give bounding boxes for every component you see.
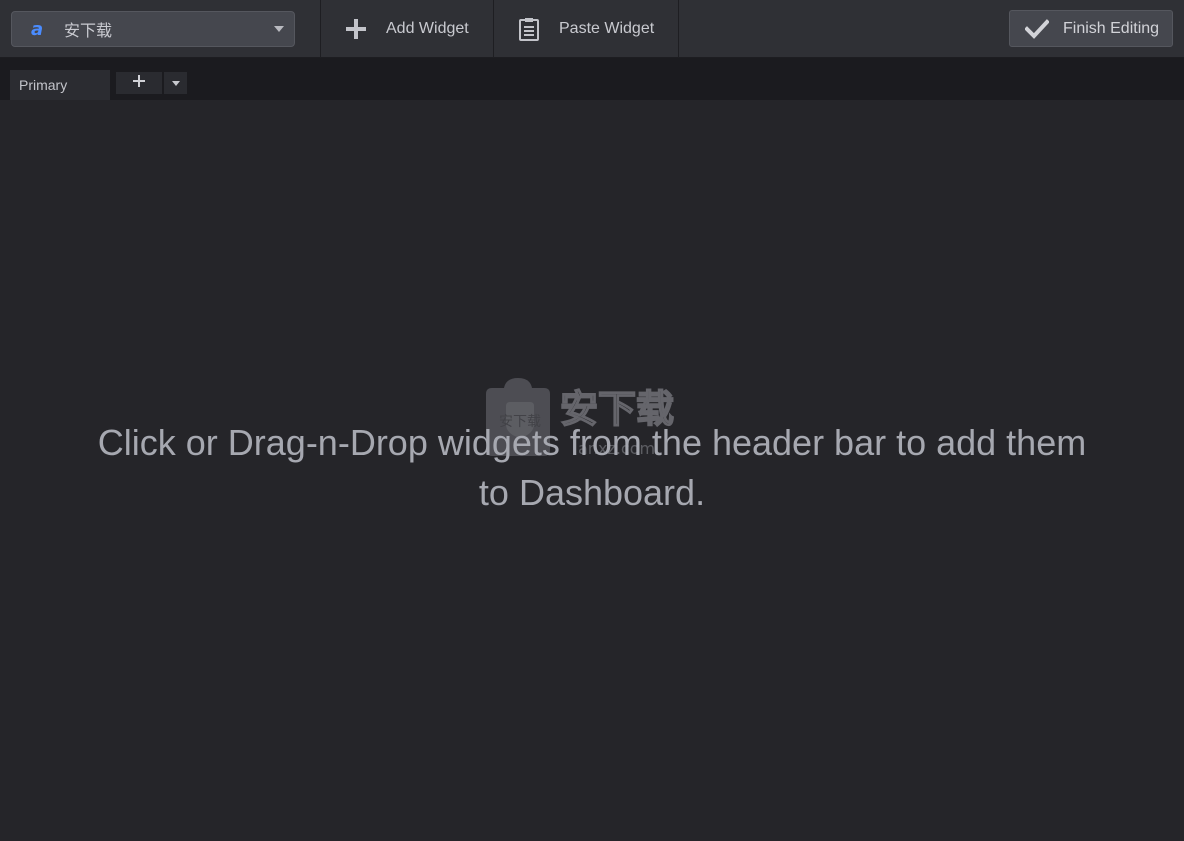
paste-widget-label: Paste Widget xyxy=(559,20,655,37)
clipboard-icon xyxy=(516,16,542,42)
dashboard-name: 安下载 xyxy=(64,21,113,40)
dashboard-select[interactable]: a 安下载 xyxy=(11,11,295,47)
header-bar: a 安下载 Add Widget Paste Widget Finish Edi… xyxy=(0,0,1184,58)
add-widget-button[interactable]: Add Widget xyxy=(320,0,494,58)
checkmark-icon xyxy=(1024,18,1050,40)
paste-widget-button[interactable]: Paste Widget xyxy=(493,0,679,58)
tab-menu-button[interactable] xyxy=(164,72,187,94)
a-logo-icon: a xyxy=(26,17,50,41)
dashboard-editor: a 安下载 Add Widget Paste Widget Finish Edi… xyxy=(0,0,1184,841)
tab-primary[interactable]: Primary xyxy=(10,70,110,100)
finish-editing-label: Finish Editing xyxy=(1063,19,1160,37)
chevron-down-icon xyxy=(274,26,284,32)
plus-icon xyxy=(343,16,369,42)
add-tab-button[interactable] xyxy=(116,72,162,94)
empty-dashboard-message: Click or Drag-n-Drop widgets from the he… xyxy=(97,422,1087,513)
dashboard-canvas[interactable]: 安下载 安下载 anxz.com Click or Drag-n-Drop wi… xyxy=(0,100,1184,841)
finish-editing-button[interactable]: Finish Editing xyxy=(1009,10,1173,47)
tab-label: Primary xyxy=(19,77,68,93)
plus-icon xyxy=(133,74,145,92)
caret-down-icon xyxy=(171,80,180,86)
tab-strip: Primary xyxy=(0,58,1184,100)
add-widget-label: Add Widget xyxy=(386,20,469,37)
svg-text:a: a xyxy=(31,19,43,39)
